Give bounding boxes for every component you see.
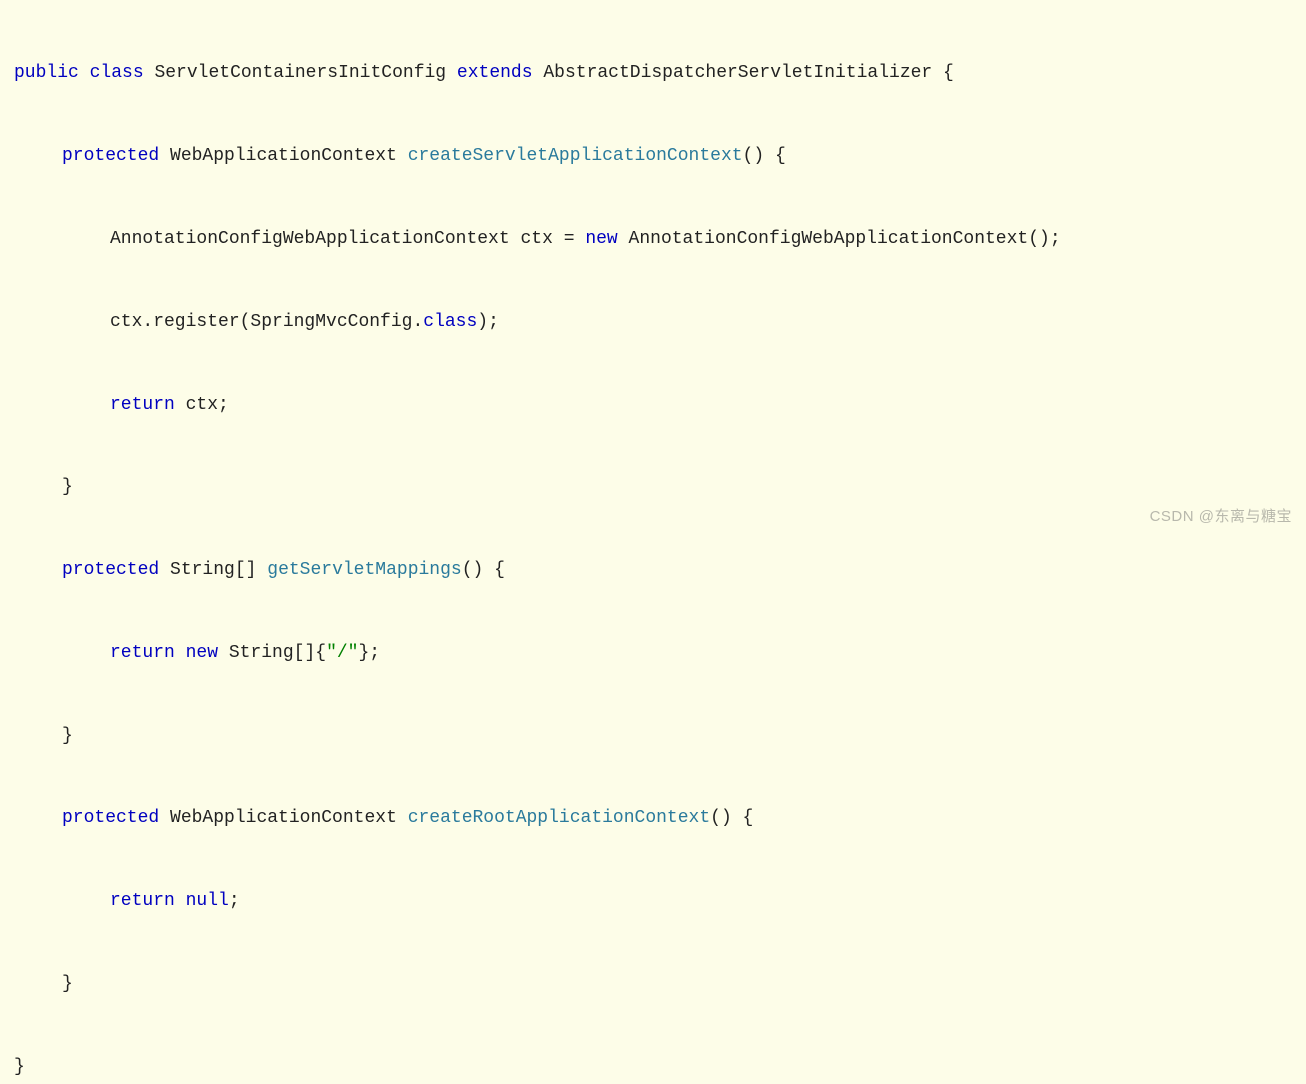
string-literal: "/"	[326, 643, 358, 663]
keyword-protected: protected	[62, 146, 159, 166]
return-expr: ctx;	[186, 395, 229, 415]
code-line: protected String[] getServletMappings() …	[14, 550, 1292, 591]
code-line: }	[14, 467, 1292, 508]
keyword-extends: extends	[457, 63, 533, 83]
keyword-return: return	[110, 395, 175, 415]
semicolon: ;	[229, 891, 240, 911]
keyword-return: return	[110, 643, 175, 663]
keyword-class: class	[90, 63, 144, 83]
keyword-new: new	[186, 643, 218, 663]
brace-close: }	[62, 477, 73, 497]
superclass-name: AbstractDispatcherServletInitializer	[543, 63, 932, 83]
brace-close: }	[14, 1057, 25, 1077]
class-name: ServletContainersInitConfig	[154, 63, 446, 83]
code-line: ctx.register(SpringMvcConfig.class);	[14, 302, 1292, 343]
code-line: return new String[]{"/"};	[14, 633, 1292, 674]
return-type: WebApplicationContext	[170, 808, 397, 828]
constructor-call: AnnotationConfigWebApplicationContext();	[629, 229, 1061, 249]
code-line: protected WebApplicationContext createRo…	[14, 798, 1292, 839]
parens-brace: () {	[462, 560, 505, 580]
parens-brace: () {	[743, 146, 786, 166]
code-line: public class ServletContainersInitConfig…	[14, 53, 1292, 94]
array-type: String[]{	[229, 643, 326, 663]
method-name: getServletMappings	[267, 560, 461, 580]
method-call: ctx.register(SpringMvcConfig.	[110, 312, 423, 332]
code-line: return null;	[14, 881, 1292, 922]
method-name: createServletApplicationContext	[408, 146, 743, 166]
return-type: WebApplicationContext	[170, 146, 397, 166]
code-block: public class ServletContainersInitConfig…	[14, 12, 1292, 1084]
keyword-new: new	[585, 229, 617, 249]
code-line: }	[14, 716, 1292, 757]
code-line: AnnotationConfigWebApplicationContext ct…	[14, 219, 1292, 260]
type-name: AnnotationConfigWebApplicationContext	[110, 229, 510, 249]
brace-open: {	[943, 63, 954, 83]
brace-close: }	[62, 974, 73, 994]
array-end: };	[358, 643, 380, 663]
watermark-text: CSDN @东离与糖宝	[1150, 500, 1292, 535]
return-type: String[]	[170, 560, 256, 580]
method-name: createRootApplicationContext	[408, 808, 710, 828]
code-line: return ctx;	[14, 385, 1292, 426]
call-end: );	[477, 312, 499, 332]
keyword-protected: protected	[62, 560, 159, 580]
keyword-null: null	[186, 891, 229, 911]
equals: =	[564, 229, 575, 249]
variable: ctx	[520, 229, 552, 249]
keyword-class: class	[423, 312, 477, 332]
code-line: protected WebApplicationContext createSe…	[14, 136, 1292, 177]
keyword-protected: protected	[62, 808, 159, 828]
keyword-public: public	[14, 63, 79, 83]
parens-brace: () {	[710, 808, 753, 828]
code-line: }	[14, 964, 1292, 1005]
keyword-return: return	[110, 891, 175, 911]
code-line: }	[14, 1047, 1292, 1084]
brace-close: }	[62, 726, 73, 746]
